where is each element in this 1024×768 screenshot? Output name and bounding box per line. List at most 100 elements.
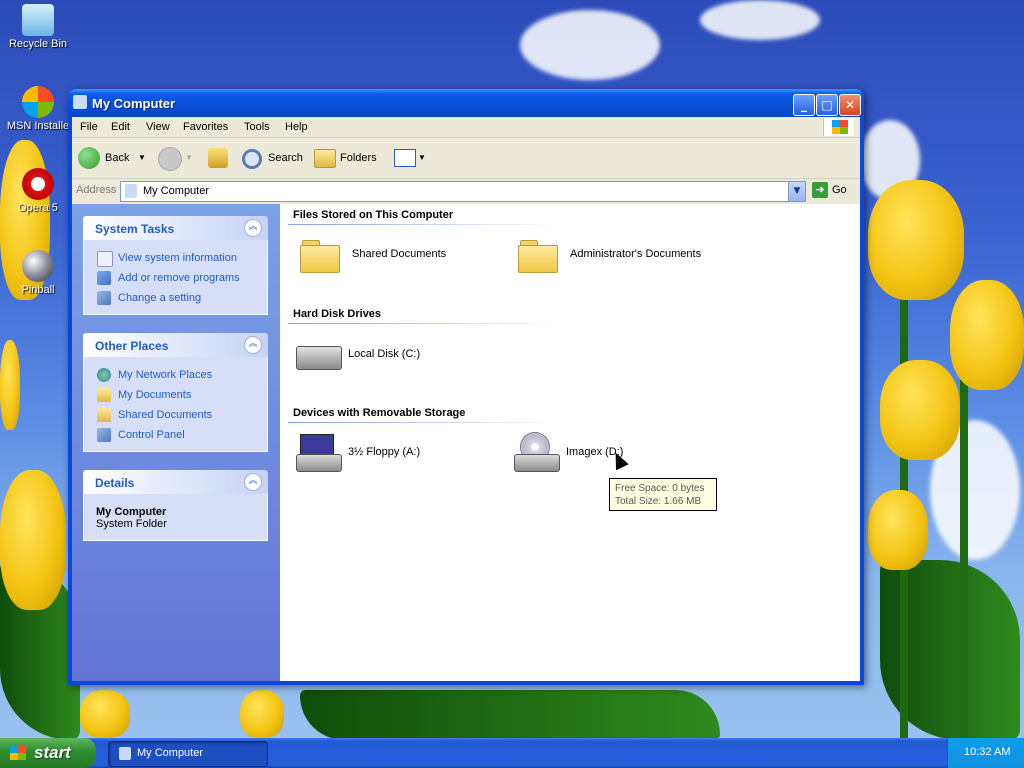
system-tasks-panel: System Tasks ︽ View system information A… (83, 216, 268, 315)
address-bar: Address My Computer ▼ ➜ Go (72, 179, 860, 203)
desktop-icon-opera[interactable]: Opera 5 (3, 168, 73, 214)
forward-dropdown-icon: ▼ (185, 153, 193, 162)
section-divider (288, 323, 558, 324)
other-places-header[interactable]: Other Places ︽ (83, 333, 268, 357)
item-shared-documents[interactable]: Shared Documents (300, 234, 500, 278)
floppy-drive-icon (296, 454, 342, 472)
section-header: Files Stored on This Computer (293, 209, 454, 221)
system-tray: 10:32 AM (947, 738, 1024, 768)
item-floppy-a[interactable]: 3½ Floppy (A:) (296, 432, 496, 476)
up-folder-icon (208, 148, 228, 168)
taskbar-item-label: My Computer (137, 747, 204, 759)
desktop-icon-label: Pinball (21, 284, 55, 296)
desktop-icon-msn-installer[interactable]: MSN Installe (3, 86, 73, 132)
shared-documents-link[interactable]: Shared Documents (84, 405, 267, 425)
wallpaper-tulip (868, 180, 964, 300)
start-button[interactable]: start (0, 738, 96, 768)
system-info-icon (97, 251, 113, 267)
folders-button[interactable]: Folders (314, 146, 382, 170)
close-button[interactable]: ✕ (839, 94, 861, 116)
other-places-panel: Other Places ︽ My Network Places My Docu… (83, 333, 268, 452)
menu-tools[interactable]: Tools (244, 121, 270, 133)
taskbar-item-my-computer[interactable]: My Computer (108, 741, 268, 767)
views-button[interactable]: ▼ (394, 146, 430, 170)
control-panel-link[interactable]: Control Panel (84, 425, 267, 445)
collapse-chevron-icon[interactable]: ︽ (244, 219, 262, 237)
collapse-chevron-icon[interactable]: ︽ (244, 336, 262, 354)
item-label: Shared Documents (352, 248, 447, 260)
wallpaper-cloud (520, 10, 660, 80)
my-network-places-link[interactable]: My Network Places (84, 365, 267, 385)
pinball-icon (22, 250, 54, 282)
folder-icon (518, 240, 558, 273)
other-places-body: My Network Places My Documents Shared Do… (83, 357, 268, 452)
add-remove-programs-link[interactable]: Add or remove programs (84, 268, 267, 288)
menu-favorites[interactable]: Favorites (183, 121, 228, 133)
window-title: My Computer (92, 96, 176, 111)
item-label: Administrator's Documents (570, 248, 702, 260)
item-label: 3½ Floppy (A:) (348, 446, 421, 458)
details-header[interactable]: Details ︽ (83, 470, 268, 494)
my-documents-icon (97, 388, 111, 402)
menu-bar: File Edit View Favorites Tools Help (72, 117, 860, 138)
change-setting-link[interactable]: Change a setting (84, 288, 267, 308)
folder-icon (300, 240, 340, 273)
link-label: My Network Places (118, 369, 213, 381)
forward-button[interactable]: ▼ (158, 146, 194, 171)
folders-label: Folders (340, 152, 377, 164)
desktop-icon-pinball[interactable]: Pinball (3, 250, 73, 296)
title-bar[interactable]: My Computer _ □ ✕ (68, 89, 864, 117)
window-body: File Edit View Favorites Tools Help Back… (72, 117, 860, 681)
my-documents-link[interactable]: My Documents (84, 385, 267, 405)
wallpaper-tulip (868, 490, 928, 570)
system-tasks-header[interactable]: System Tasks ︽ (83, 216, 268, 240)
search-button[interactable]: Search (242, 146, 306, 170)
menu-edit[interactable]: Edit (111, 121, 130, 133)
up-folder-button[interactable] (206, 146, 230, 170)
search-icon (242, 149, 262, 169)
computer-icon (125, 184, 137, 198)
details-body: My Computer System Folder (83, 494, 268, 541)
back-label: Back (105, 152, 130, 164)
windows-flag-icon (832, 120, 848, 134)
views-dropdown-icon[interactable]: ▼ (418, 146, 426, 170)
details-name: My Computer (96, 506, 167, 518)
item-local-disk-c[interactable]: Local Disk (C:) (296, 334, 496, 378)
recycle-bin-icon (22, 4, 54, 36)
maximize-button[interactable]: □ (816, 94, 838, 116)
forward-arrow-icon (158, 147, 182, 171)
menu-view[interactable]: View (146, 121, 170, 133)
desktop-icon-label: MSN Installe (6, 120, 70, 132)
details-type: System Folder (96, 518, 167, 530)
section-divider (288, 422, 558, 423)
section-divider (288, 224, 558, 225)
add-remove-programs-icon (97, 271, 111, 285)
tooltip-total-size: Total Size: 1.66 MB (615, 496, 702, 507)
menu-file[interactable]: File (80, 121, 98, 133)
details-panel: Details ︽ My Computer System Folder (83, 470, 268, 541)
address-dropdown-button[interactable]: ▼ (788, 182, 805, 201)
link-label: View system information (118, 252, 238, 264)
view-system-information-link[interactable]: View system information (84, 248, 267, 268)
item-label: Local Disk (C:) (348, 348, 421, 360)
network-places-icon (97, 368, 111, 382)
back-button[interactable]: Back ▼ (78, 146, 148, 170)
go-arrow-icon: ➜ (812, 182, 828, 198)
computer-icon (119, 747, 131, 760)
collapse-chevron-icon[interactable]: ︽ (244, 473, 262, 491)
desktop-icon-recycle-bin[interactable]: Recycle Bin (3, 4, 73, 50)
address-label: Address (76, 184, 117, 196)
tooltip-free-space: Free Space: 0 bytes (615, 483, 705, 494)
link-label: Change a setting (118, 292, 202, 304)
menu-help[interactable]: Help (285, 121, 308, 133)
details-title: Details (95, 476, 135, 490)
item-administrators-documents[interactable]: Administrator's Documents (518, 234, 738, 278)
wallpaper-leaf (300, 690, 720, 740)
back-dropdown-icon[interactable]: ▼ (138, 146, 146, 170)
address-input[interactable]: My Computer ▼ (120, 181, 806, 202)
link-label: Control Panel (118, 429, 185, 441)
computer-icon (73, 95, 87, 109)
go-button[interactable]: ➜ Go (812, 182, 847, 198)
minimize-button[interactable]: _ (793, 94, 815, 116)
clock[interactable]: 10:32 AM (964, 746, 1010, 758)
